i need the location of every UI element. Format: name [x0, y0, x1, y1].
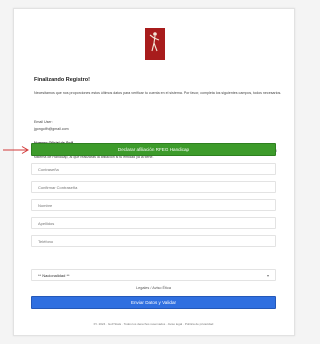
- phone-field[interactable]: [31, 235, 276, 247]
- submit-button[interactable]: Enviar Datos y Validar: [31, 296, 276, 309]
- golfer-logo-icon: [149, 32, 160, 52]
- password-field[interactable]: [31, 163, 276, 175]
- confirm-password-field[interactable]: [31, 181, 276, 193]
- chevron-down-icon: ▾: [266, 272, 269, 278]
- first-name-field[interactable]: [31, 199, 276, 211]
- legal-link[interactable]: Legales / Aviso Ética: [31, 286, 276, 290]
- nationality-value: ** Nacionalidad **: [38, 272, 70, 278]
- declare-handicap-button[interactable]: Declarar afiliación RFEG Handicap: [31, 143, 276, 156]
- last-name-field[interactable]: [31, 217, 276, 229]
- intro-text: Necesitamos que nos proporciones estos ú…: [34, 91, 282, 95]
- footer-text: P.I. 2024 · Golf Stats · Todos los derec…: [93, 322, 214, 326]
- submit-label: Enviar Datos y Validar: [130, 300, 177, 305]
- arrow-right-icon: [3, 146, 29, 154]
- email-value: jgongolfh@gmail.com: [34, 127, 69, 131]
- nationality-select[interactable]: ** Nacionalidad ** ▾: [31, 269, 276, 281]
- email-label: Email User:: [34, 120, 53, 124]
- page-title: Finalizando Registro!: [34, 77, 90, 83]
- golf-logo: [145, 28, 165, 60]
